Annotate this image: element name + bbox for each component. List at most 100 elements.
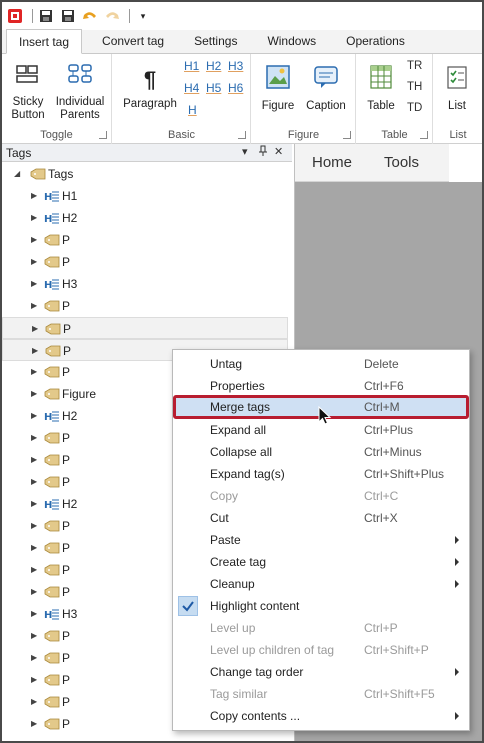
expand-arrow-icon[interactable]: ▶ xyxy=(32,347,40,355)
expand-arrow-icon[interactable]: ▶ xyxy=(31,302,39,310)
expand-arrow-icon[interactable]: ▶ xyxy=(31,566,39,574)
tab-insert-tag[interactable]: Insert tag xyxy=(6,29,83,54)
list-group: List List xyxy=(434,54,482,144)
individual-parents-button[interactable]: Individual Parents xyxy=(52,62,108,122)
menu-item-tag-similar[interactable]: Tag similar Ctrl+Shift+F5 xyxy=(173,683,469,705)
expand-arrow-icon[interactable]: ▶ xyxy=(31,544,39,552)
menu-item-cleanup[interactable]: Cleanup xyxy=(173,573,469,595)
expand-arrow-icon[interactable]: ▶ xyxy=(32,325,40,333)
expand-arrow-icon[interactable]: ▶ xyxy=(31,632,39,640)
expand-arrow-icon[interactable]: ▶ xyxy=(31,676,39,684)
expand-arrow-icon[interactable]: ▶ xyxy=(31,698,39,706)
basic-dialog-launcher-icon[interactable] xyxy=(238,131,246,139)
figure-group-label: Figure xyxy=(287,129,320,141)
menu-item-copy-contents[interactable]: Copy contents ... xyxy=(173,705,469,727)
table-dialog-launcher-icon[interactable] xyxy=(420,131,428,139)
paragraph-button[interactable]: ¶ Paragraph xyxy=(121,68,179,111)
menu-item-label: Tag similar xyxy=(210,687,268,701)
menu-item-shortcut: Ctrl+F6 xyxy=(364,379,404,393)
list-button[interactable]: List xyxy=(440,64,474,113)
individual-parents-label-2: Parents xyxy=(60,109,100,121)
expand-arrow-icon[interactable]: ▶ xyxy=(31,214,39,222)
h1-button[interactable]: H1 xyxy=(184,59,199,73)
menu-item-collapse-all[interactable]: Collapse all Ctrl+Minus xyxy=(173,441,469,463)
tag-icon xyxy=(44,542,60,554)
tree-item[interactable]: ▶ P xyxy=(2,317,288,339)
heading-icon: H xyxy=(44,213,59,224)
menu-item-properties[interactable]: Properties Ctrl+F6 xyxy=(173,375,469,397)
menu-item-level-up-children-of-tag[interactable]: Level up children of tag Ctrl+Shift+P xyxy=(173,639,469,661)
save-as-icon[interactable] xyxy=(59,7,77,25)
customize-toolbar-icon[interactable]: ▾ xyxy=(134,7,152,25)
expand-arrow-icon[interactable]: ▶ xyxy=(31,434,39,442)
tree-item[interactable]: ▶ P xyxy=(2,229,288,251)
tr-button[interactable]: TR xyxy=(407,60,422,72)
expand-arrow-icon[interactable]: ▶ xyxy=(31,258,39,266)
tag-icon xyxy=(44,432,60,444)
menu-item-create-tag[interactable]: Create tag xyxy=(173,551,469,573)
panel-menu-icon[interactable]: ▾ xyxy=(242,145,248,158)
expand-arrow-icon[interactable]: ▶ xyxy=(31,192,39,200)
tab-settings[interactable]: Settings xyxy=(182,29,249,53)
submenu-arrow-icon xyxy=(455,536,459,544)
figure-button[interactable]: Figure xyxy=(258,64,298,113)
expand-arrow-icon[interactable]: ▶ xyxy=(31,280,39,288)
menu-item-change-tag-order[interactable]: Change tag order xyxy=(173,661,469,683)
expand-arrow-icon[interactable]: ▶ xyxy=(31,456,39,464)
app-logo-icon[interactable] xyxy=(6,7,24,25)
toggle-dialog-launcher-icon[interactable] xyxy=(99,131,107,139)
h3-button[interactable]: H3 xyxy=(228,59,243,73)
tree-item-label: P xyxy=(62,629,71,643)
tab-windows[interactable]: Windows xyxy=(255,29,328,53)
tab-tools[interactable]: Tools xyxy=(384,154,419,171)
tab-home[interactable]: Home xyxy=(312,154,352,171)
tab-operations[interactable]: Operations xyxy=(334,29,417,53)
menu-item-highlight-content[interactable]: Highlight content xyxy=(173,595,469,617)
collapse-arrow-icon[interactable]: ◢ xyxy=(14,170,22,178)
expand-arrow-icon[interactable]: ▶ xyxy=(31,390,39,398)
expand-arrow-icon[interactable]: ▶ xyxy=(31,478,39,486)
tab-convert-tag[interactable]: Convert tag xyxy=(90,29,176,53)
expand-arrow-icon[interactable]: ▶ xyxy=(31,500,39,508)
menu-item-expand-tag-s[interactable]: Expand tag(s) Ctrl+Shift+Plus xyxy=(173,463,469,485)
paragraph-label: Paragraph xyxy=(123,98,177,110)
h6-button[interactable]: H6 xyxy=(228,81,243,95)
pin-icon[interactable] xyxy=(258,145,268,160)
menu-item-shortcut: Ctrl+C xyxy=(364,489,399,503)
sticky-button-button[interactable]: Sticky Button xyxy=(8,62,48,122)
tree-item[interactable]: ▶ P xyxy=(2,251,288,273)
menu-item-paste[interactable]: Paste xyxy=(173,529,469,551)
expand-arrow-icon[interactable]: ▶ xyxy=(31,412,39,420)
h4-button[interactable]: H4 xyxy=(184,81,199,95)
table-button[interactable]: Table xyxy=(363,64,399,113)
figure-dialog-launcher-icon[interactable] xyxy=(343,131,351,139)
save-icon[interactable] xyxy=(37,7,55,25)
tree-item-label: P xyxy=(62,299,71,313)
h-button[interactable]: H xyxy=(188,103,197,117)
expand-arrow-icon[interactable]: ▶ xyxy=(31,720,39,728)
tree-item[interactable]: ▶ H H3 xyxy=(2,273,288,295)
menu-item-untag[interactable]: Untag Delete xyxy=(173,353,469,375)
tags-panel-header: Tags ▾ ✕ xyxy=(2,144,292,162)
expand-arrow-icon[interactable]: ▶ xyxy=(31,654,39,662)
tree-item[interactable]: ▶ P xyxy=(2,295,288,317)
menu-item-level-up[interactable]: Level up Ctrl+P xyxy=(173,617,469,639)
expand-arrow-icon[interactable]: ▶ xyxy=(31,610,39,618)
tree-item[interactable]: ▶ H H2 xyxy=(2,207,288,229)
close-panel-icon[interactable]: ✕ xyxy=(274,145,283,158)
tree-item[interactable]: ▶ H H1 xyxy=(2,185,288,207)
expand-arrow-icon[interactable]: ▶ xyxy=(31,236,39,244)
h5-button[interactable]: H5 xyxy=(206,81,221,95)
h2-button[interactable]: H2 xyxy=(206,59,221,73)
menu-item-cut[interactable]: Cut Ctrl+X xyxy=(173,507,469,529)
redo-icon[interactable] xyxy=(103,7,121,25)
menu-item-copy[interactable]: Copy Ctrl+C xyxy=(173,485,469,507)
th-button[interactable]: TH xyxy=(407,81,422,93)
expand-arrow-icon[interactable]: ▶ xyxy=(31,588,39,596)
expand-arrow-icon[interactable]: ▶ xyxy=(31,522,39,530)
expand-arrow-icon[interactable]: ▶ xyxy=(31,368,39,376)
tree-root[interactable]: ◢ Tags xyxy=(2,163,288,185)
caption-button[interactable]: Caption xyxy=(302,64,350,113)
td-button[interactable]: TD xyxy=(407,102,422,114)
undo-icon[interactable] xyxy=(81,7,99,25)
